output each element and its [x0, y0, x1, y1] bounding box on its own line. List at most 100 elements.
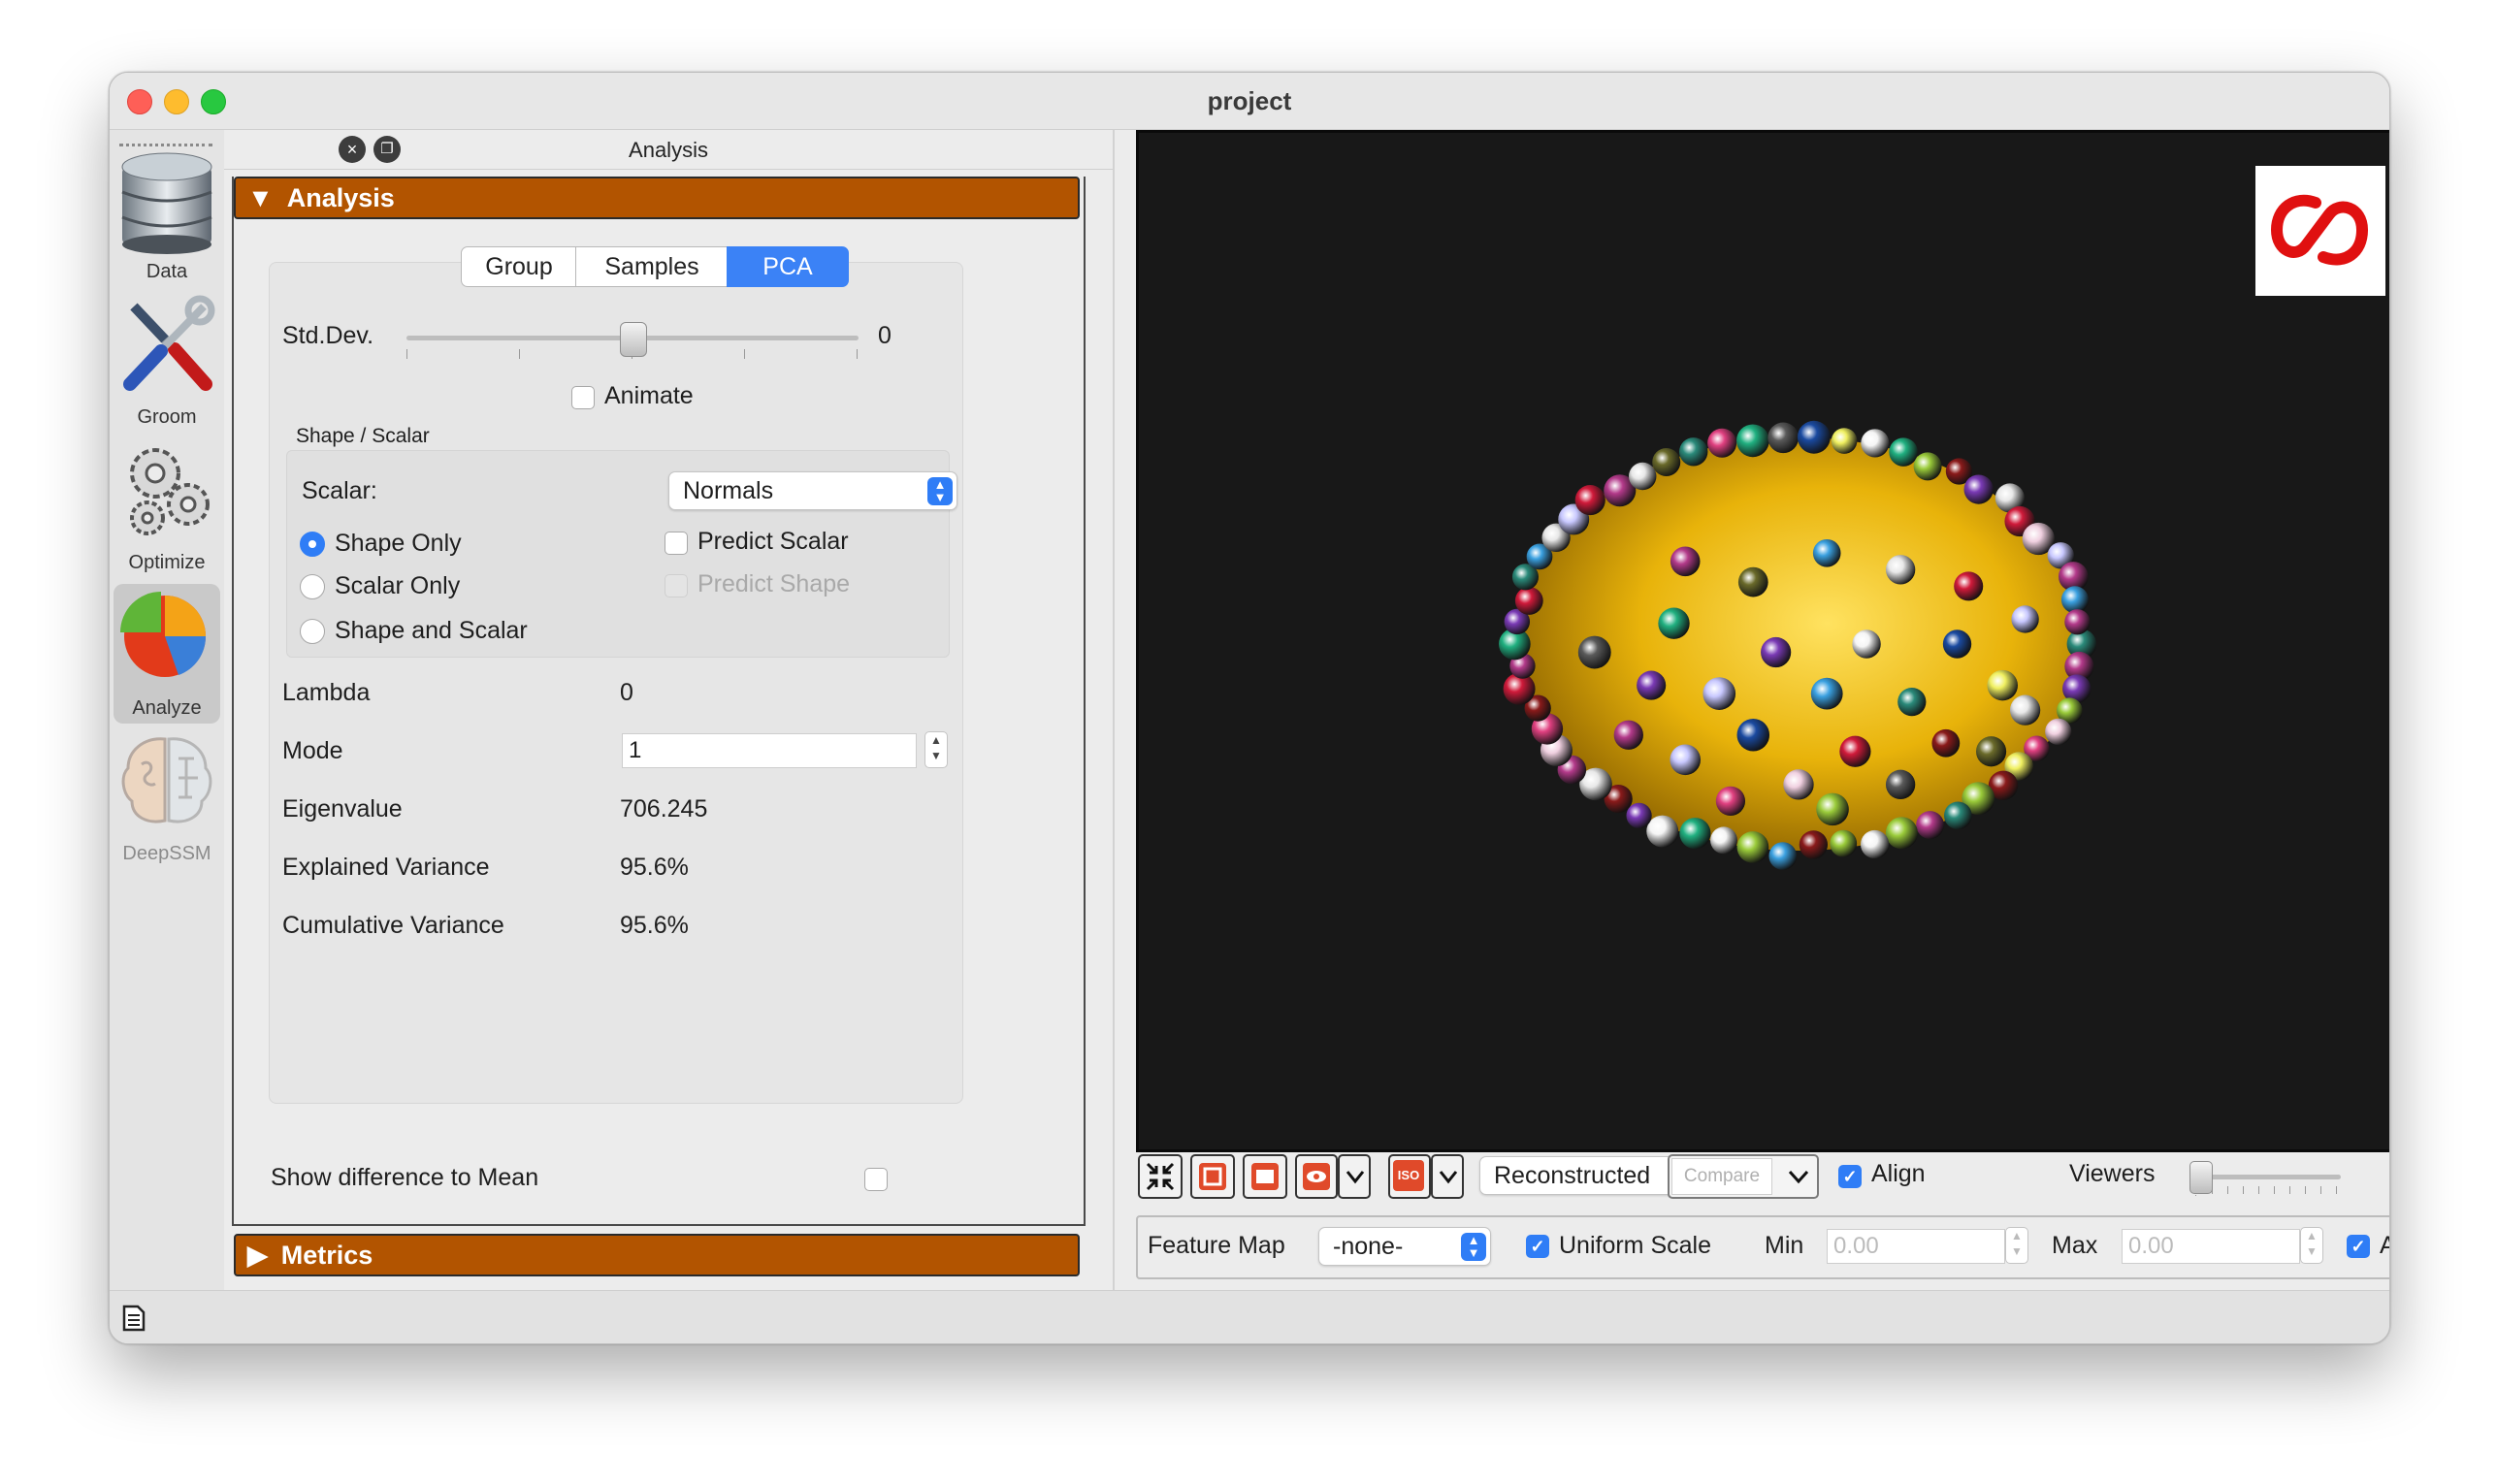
rail-grip[interactable] — [119, 144, 212, 146]
predict-scalar-label: Predict Scalar — [697, 528, 849, 555]
database-icon — [121, 152, 212, 254]
particle-sphere — [1944, 801, 1972, 830]
radio-shape-only-label: Shape Only — [335, 530, 462, 557]
show-difference-checkbox[interactable] — [864, 1168, 888, 1191]
compare-combo[interactable]: Compare — [1668, 1154, 1819, 1199]
animate-checkbox[interactable] — [571, 386, 595, 409]
particle-sphere — [1931, 728, 1961, 758]
particle-sphere — [1816, 792, 1849, 826]
particle-sphere — [1629, 462, 1657, 491]
status-bar — [110, 1290, 2389, 1343]
particle-sphere — [1737, 566, 1768, 597]
compare-button[interactable]: Compare — [1671, 1158, 1772, 1195]
mode-stepper[interactable]: ▲ ▼ — [924, 731, 948, 768]
tool-deepssm[interactable]: DeepSSM — [114, 729, 220, 869]
particle-sphere — [1761, 636, 1792, 668]
particle-sphere — [1831, 428, 1858, 454]
radio-scalar-only[interactable] — [300, 574, 325, 599]
section-title: Analysis — [286, 183, 395, 212]
tab-group[interactable]: Group — [461, 246, 577, 287]
viewers-slider-handle[interactable] — [2189, 1161, 2213, 1194]
particle-sphere — [1885, 555, 1916, 585]
tab-samples[interactable]: Samples — [575, 246, 729, 287]
autoview-button[interactable] — [1190, 1154, 1235, 1199]
auto-checkbox[interactable]: ✓ — [2347, 1235, 2370, 1258]
particle-sphere — [1860, 829, 1890, 859]
radio-shape-only[interactable] — [300, 532, 325, 557]
analysis-group: ▼ Analysis Group Samples PCA Std.Dev. 0 — [232, 177, 1086, 1226]
splitter-handle[interactable] — [1113, 130, 1115, 1290]
stddev-slider-handle[interactable] — [620, 322, 647, 357]
eigenvalue-label: Eigenvalue — [282, 795, 403, 823]
min-field[interactable]: 0.00 — [1827, 1229, 2005, 1264]
particle-sphere — [1885, 769, 1916, 800]
brain-icon — [121, 737, 212, 823]
gears-icon — [130, 448, 210, 535]
particle-sphere — [1810, 677, 1843, 710]
cumulative-variance-value: 95.6% — [620, 912, 689, 939]
section-metrics-header[interactable]: ▶ Metrics — [234, 1234, 1080, 1276]
tab-pca[interactable]: PCA — [727, 246, 849, 287]
tool-optimize[interactable]: Optimize — [114, 438, 220, 578]
viewers-slider-track[interactable] — [2195, 1175, 2341, 1179]
section-analysis-header[interactable]: ▼ Analysis — [234, 177, 1080, 219]
viewers-label: Viewers — [2069, 1160, 2156, 1187]
window-title: project — [1207, 86, 1292, 115]
auto-label: Auto — [2380, 1232, 2389, 1260]
scalar-select[interactable]: Normals ▲ ▼ — [668, 471, 957, 510]
reset-view-button[interactable] — [1138, 1154, 1183, 1199]
particle-sphere — [1767, 422, 1800, 454]
radio-scalar-only-label: Scalar Only — [335, 572, 461, 599]
chevron-down-icon — [1439, 1171, 1458, 1184]
section-title: Metrics — [280, 1241, 373, 1270]
particle-sphere — [1954, 571, 1984, 601]
max-field[interactable]: 0.00 — [2122, 1229, 2300, 1264]
toggle-glyphs-button[interactable] — [1243, 1154, 1287, 1199]
3d-viewer[interactable] — [1136, 130, 2389, 1152]
lambda-value: 0 — [620, 679, 633, 706]
particle-sphere — [1830, 829, 1858, 857]
scalar-select-value: Normals — [683, 477, 774, 504]
align-checkbox[interactable]: ✓ — [1838, 1165, 1862, 1188]
collapsed-triangle-icon: ▶ — [247, 1241, 268, 1270]
tool-data[interactable]: Data — [114, 147, 220, 287]
analysis-panel: × ❐ Analysis ▼ Analysis Group Samples PCA… — [224, 130, 1113, 1290]
particle-sphere — [1852, 629, 1881, 659]
cumulative-variance-label: Cumulative Variance — [282, 912, 504, 939]
tool-groom[interactable]: Groom — [114, 293, 220, 433]
feature-map-select[interactable]: -none- ▲ ▼ — [1318, 1227, 1491, 1266]
particle-sphere — [1797, 420, 1831, 454]
tool-analyze[interactable]: Analyze — [114, 584, 220, 724]
stddev-value: 0 — [878, 322, 892, 349]
visibility-dropdown-button[interactable] — [1338, 1154, 1371, 1199]
title-bar: project — [110, 73, 2389, 130]
iso-dropdown-button[interactable] — [1431, 1154, 1464, 1199]
radio-shape-and-scalar[interactable] — [300, 619, 325, 644]
particle-sphere — [1702, 677, 1736, 710]
toggle-visibility-button[interactable] — [1295, 1154, 1338, 1199]
tool-rail: Data Groom Optimize Analyze DeepSSM — [110, 130, 225, 1290]
particle-sphere — [1514, 586, 1543, 615]
iso-surface-button[interactable]: ISO — [1388, 1154, 1431, 1199]
particle-sphere — [1574, 485, 1605, 516]
app-window: project Data Groom Optimize Analyze Deep… — [109, 72, 2390, 1344]
auto-view-icon — [1199, 1163, 1226, 1190]
uniform-scale-checkbox[interactable]: ✓ — [1526, 1235, 1549, 1258]
particle-sphere — [2045, 718, 2072, 745]
uniform-scale-label: Uniform Scale — [1559, 1232, 1711, 1259]
log-document-icon[interactable] — [121, 1305, 146, 1332]
particle-sphere — [1613, 720, 1643, 750]
max-stepper[interactable]: ▲ ▼ — [2300, 1227, 2323, 1264]
particle-sphere — [2060, 586, 2089, 614]
predict-shape-checkbox[interactable] — [665, 574, 688, 597]
predict-scalar-checkbox[interactable] — [665, 532, 688, 555]
particle-sphere — [1577, 635, 1611, 669]
tool-label: Data — [146, 261, 188, 282]
min-stepper[interactable]: ▲ ▼ — [2005, 1227, 2028, 1264]
particle-sphere — [2064, 609, 2091, 635]
particle-sphere — [1652, 447, 1681, 477]
display-mode-value: Reconstructed — [1494, 1162, 1651, 1189]
pie-chart-icon — [120, 592, 207, 677]
mode-spinbox[interactable]: 1 — [622, 733, 917, 768]
particle-sphere — [1987, 669, 2019, 701]
